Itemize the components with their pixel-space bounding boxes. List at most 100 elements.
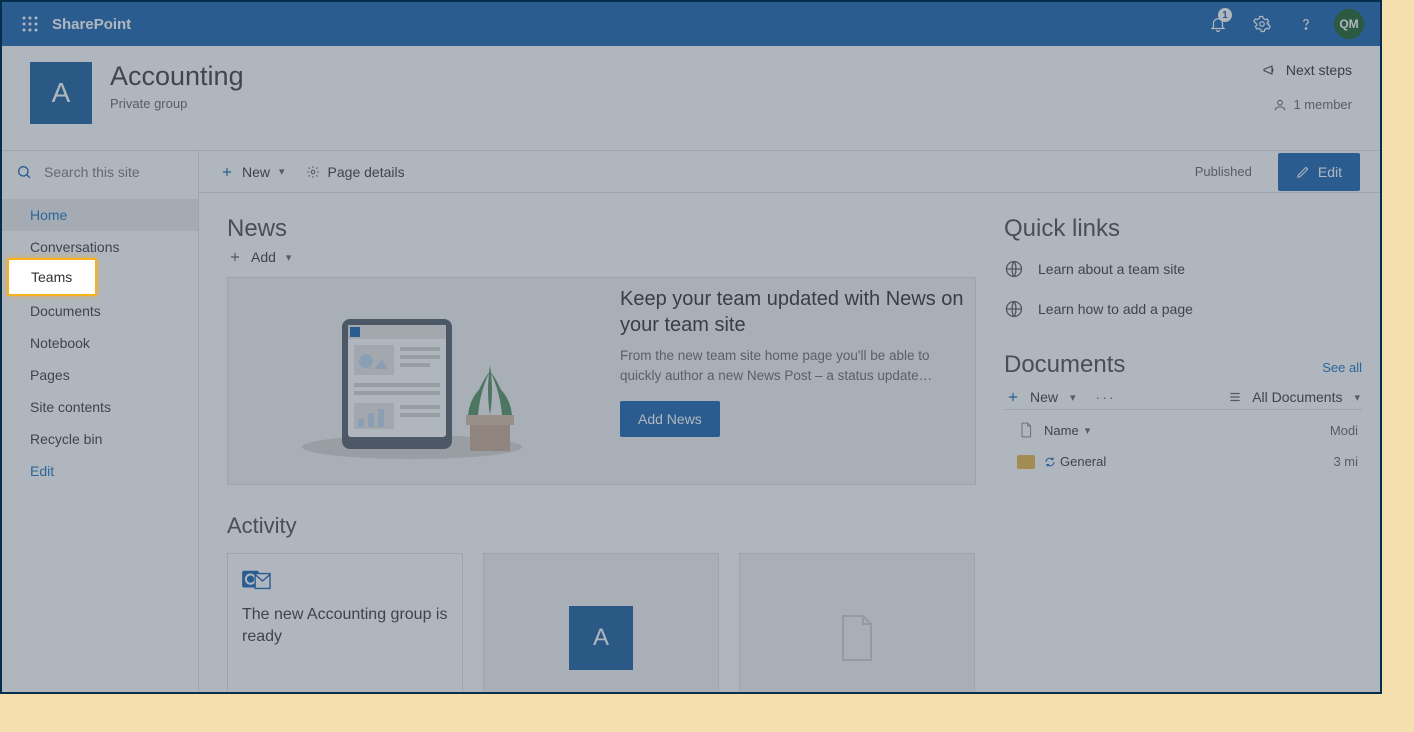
activity-card-document[interactable]: [739, 553, 975, 692]
next-steps-label: Next steps: [1286, 62, 1352, 78]
activity-cards: The new Accounting group is ready A: [227, 553, 976, 692]
file-type-icon: [1019, 422, 1033, 438]
documents-view-label: All Documents: [1252, 389, 1342, 405]
app-launcher-button[interactable]: [10, 4, 50, 44]
globe-icon: [1004, 259, 1024, 279]
site-privacy-label: Private group: [110, 96, 244, 111]
documents-view-switcher[interactable]: All Documents ▾: [1228, 389, 1360, 405]
page-status: Published: [1195, 164, 1252, 179]
chevron-down-icon: ▾: [1085, 424, 1091, 437]
see-all-link[interactable]: See all: [1322, 360, 1362, 375]
list-icon: [1228, 390, 1242, 404]
product-name[interactable]: SharePoint: [52, 16, 131, 33]
add-news-button[interactable]: Add News: [620, 401, 720, 437]
chevron-down-icon: ▾: [279, 165, 285, 178]
canvas: News Add ▾: [199, 193, 1380, 692]
new-label: New: [242, 164, 270, 180]
page-details-button[interactable]: Page details: [305, 164, 405, 180]
add-news-label: Add News: [638, 411, 702, 427]
document-row[interactable]: General 3 mi: [1004, 446, 1362, 477]
folder-icon: [1017, 455, 1035, 469]
nav-item-teams-highlight-label: Teams: [7, 258, 97, 296]
search-icon: [16, 164, 32, 180]
help-icon: [1297, 15, 1315, 33]
app-frame: SharePoint 1 QM A Accounting Private gro…: [0, 0, 1382, 694]
nav-item-notebook[interactable]: Notebook: [2, 327, 198, 359]
nav-item-pages[interactable]: Pages: [2, 359, 198, 391]
activity-site-tile: A: [569, 606, 633, 670]
site-title[interactable]: Accounting: [110, 62, 244, 92]
nav-item-recycle-bin[interactable]: Recycle bin: [2, 423, 198, 455]
documents-new-button[interactable]: New ▾ ···: [1006, 389, 1116, 405]
activity-card-email[interactable]: The new Accounting group is ready: [227, 553, 463, 692]
right-rail: Quick links Learn about a team site Lear…: [1004, 193, 1380, 692]
gear-icon: [305, 164, 321, 180]
nav-item-home[interactable]: Home: [2, 199, 198, 231]
document-name: General: [1060, 454, 1106, 469]
plus-icon: [219, 164, 235, 180]
quicklink-item[interactable]: Learn about a team site: [1004, 249, 1362, 289]
activity-card-site[interactable]: A: [483, 553, 719, 692]
add-label: Add: [251, 249, 276, 265]
edit-button[interactable]: Edit: [1278, 153, 1360, 191]
chevron-down-icon: ▾: [1354, 391, 1360, 404]
plus-icon: [227, 249, 243, 265]
megaphone-icon: [1262, 62, 1278, 78]
new-button[interactable]: New ▾: [219, 164, 285, 180]
news-section-title: News: [227, 215, 976, 243]
news-hero-card: Keep your team updated with News on your…: [227, 277, 976, 485]
quicklinks-section-title: Quick links: [1004, 215, 1362, 243]
more-actions-button[interactable]: ···: [1096, 389, 1116, 405]
chevron-down-icon: ▾: [286, 251, 292, 264]
quicklink-label: Learn how to add a page: [1038, 301, 1193, 317]
sync-icon: [1044, 456, 1056, 468]
main-region: New ▾ Page details Published Edit: [199, 151, 1380, 692]
page-details-label: Page details: [328, 164, 405, 180]
news-heading: Keep your team updated with News on your…: [620, 286, 967, 338]
edit-icon: [1296, 165, 1310, 179]
next-steps-button[interactable]: Next steps: [1262, 62, 1352, 78]
outlook-icon: [242, 568, 272, 594]
notification-badge: 1: [1218, 8, 1232, 22]
settings-button[interactable]: [1240, 2, 1284, 46]
column-header-modified[interactable]: Modi: [1304, 423, 1358, 438]
search-box[interactable]: [2, 151, 198, 193]
column-header-name[interactable]: Name ▾: [1044, 423, 1304, 438]
body: Home Conversations Teams Documents Noteb…: [2, 151, 1380, 692]
search-input[interactable]: [42, 163, 172, 181]
person-icon: [1273, 98, 1287, 112]
gear-icon: [1253, 15, 1271, 33]
news-description: From the new team site home page you'll …: [620, 346, 967, 385]
left-nav: Home Conversations Teams Documents Noteb…: [2, 151, 199, 692]
activity-card-title: The new Accounting group is ready: [242, 604, 448, 647]
documents-toolbar: New ▾ ··· All Documents ▾: [1004, 389, 1362, 405]
documents-section-title: Documents: [1004, 351, 1125, 379]
waffle-icon: [22, 16, 38, 32]
members-label: 1 member: [1293, 97, 1352, 112]
documents-new-label: New: [1030, 389, 1058, 405]
nav-item-teams-highlight[interactable]: Teams: [7, 258, 97, 296]
edit-label: Edit: [1318, 164, 1342, 180]
nav-item-site-contents[interactable]: Site contents: [2, 391, 198, 423]
quicklink-item[interactable]: Learn how to add a page: [1004, 289, 1362, 329]
activity-section-title: Activity: [227, 513, 976, 539]
add-news-dropdown[interactable]: Add ▾: [227, 249, 291, 265]
site-header: A Accounting Private group Next steps 1 …: [2, 46, 1380, 151]
help-button[interactable]: [1284, 2, 1328, 46]
plus-icon: [1006, 390, 1020, 404]
nav-item-documents[interactable]: Documents: [2, 295, 198, 327]
quicklink-label: Learn about a team site: [1038, 261, 1185, 277]
chevron-down-icon: ▾: [1070, 391, 1076, 404]
nav-item-edit[interactable]: Edit: [2, 455, 198, 487]
documents-header-row: Name ▾ Modi: [1004, 414, 1362, 446]
account-avatar[interactable]: QM: [1334, 9, 1364, 39]
notifications-button[interactable]: 1: [1196, 2, 1240, 46]
news-illustration: [228, 278, 596, 484]
members-button[interactable]: 1 member: [1273, 97, 1352, 112]
document-icon: [837, 614, 877, 662]
command-bar: New ▾ Page details Published Edit: [199, 151, 1380, 193]
globe-icon: [1004, 299, 1024, 319]
site-logo-tile[interactable]: A: [30, 62, 92, 124]
nav-list: Home Conversations Teams Documents Noteb…: [2, 193, 198, 493]
suite-bar: SharePoint 1 QM: [2, 2, 1380, 46]
